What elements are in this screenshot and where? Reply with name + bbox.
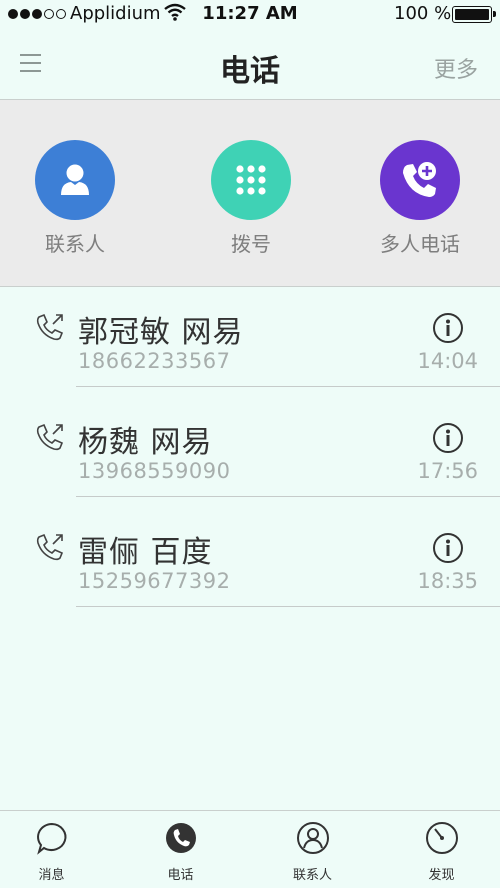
caller-number: 15259677392 bbox=[78, 569, 231, 593]
row-divider bbox=[76, 606, 500, 607]
quick-action-dial[interactable]: 拨号 bbox=[176, 140, 326, 257]
more-button[interactable]: 更多 bbox=[434, 52, 478, 84]
contact-person-icon bbox=[35, 140, 115, 220]
tab-phone[interactable]: 电话 bbox=[118, 821, 243, 883]
tab-label: 联系人 bbox=[292, 868, 332, 883]
quick-action-label: 多人电话 bbox=[380, 232, 460, 256]
navigation-bar: 电话 更多 bbox=[0, 28, 500, 100]
caller-name: 杨魏 网易 bbox=[78, 425, 213, 460]
call-history-list: 郭冠敏 网易 18662233567 14:04 杨魏 网易 139685590… bbox=[0, 297, 500, 627]
outgoing-call-icon bbox=[36, 313, 64, 341]
battery-percentage: 100 % bbox=[394, 3, 452, 24]
contacts-tab-icon bbox=[296, 822, 329, 854]
caller-name: 郭冠敏 网易 bbox=[78, 315, 244, 350]
quick-action-label: 拨号 bbox=[231, 232, 271, 256]
info-icon[interactable] bbox=[432, 422, 464, 454]
add-call-icon bbox=[380, 140, 460, 220]
info-icon[interactable] bbox=[432, 532, 464, 564]
outgoing-call-icon bbox=[36, 533, 64, 561]
quick-action-group-call[interactable]: 多人电话 bbox=[345, 140, 495, 257]
quick-action-contacts[interactable]: 联系人 bbox=[0, 140, 150, 257]
quick-actions-panel: 联系人 拨号 多人电话 bbox=[0, 100, 500, 287]
tab-label: 电话 bbox=[167, 868, 194, 883]
discover-compass-icon bbox=[425, 822, 458, 854]
call-list-item[interactable]: 郭冠敏 网易 18662233567 14:04 bbox=[0, 297, 500, 407]
battery-icon bbox=[452, 6, 496, 23]
caller-number: 13968559090 bbox=[78, 459, 231, 483]
info-icon[interactable] bbox=[432, 312, 464, 344]
tab-contacts[interactable]: 联系人 bbox=[250, 821, 375, 883]
tab-discover[interactable]: 发现 bbox=[379, 821, 500, 883]
call-list-item[interactable]: 杨魏 网易 13968559090 17:56 bbox=[0, 407, 500, 517]
tab-label: 发现 bbox=[428, 868, 455, 883]
dialpad-icon bbox=[211, 140, 291, 220]
tab-messages[interactable]: 消息 bbox=[0, 821, 114, 883]
call-list-item[interactable]: 雷俪 百度 15259677392 18:35 bbox=[0, 517, 500, 627]
message-bubble-icon bbox=[36, 822, 66, 855]
call-time: 18:35 bbox=[417, 569, 478, 593]
row-divider bbox=[76, 496, 500, 497]
quick-action-label: 联系人 bbox=[45, 232, 105, 256]
status-bar: Applidium 11:27 AM 100 % bbox=[0, 0, 500, 28]
call-time: 14:04 bbox=[417, 349, 478, 373]
row-divider bbox=[76, 386, 500, 387]
caller-number: 18662233567 bbox=[78, 349, 231, 373]
caller-name: 雷俪 百度 bbox=[78, 535, 213, 570]
page-title: 电话 bbox=[220, 54, 280, 89]
call-time: 17:56 bbox=[417, 459, 478, 483]
tab-bar: 消息 电话 联系人 发现 bbox=[0, 810, 500, 888]
outgoing-call-icon bbox=[36, 423, 64, 451]
tab-label: 消息 bbox=[38, 868, 65, 883]
phone-tab-icon bbox=[165, 823, 196, 853]
